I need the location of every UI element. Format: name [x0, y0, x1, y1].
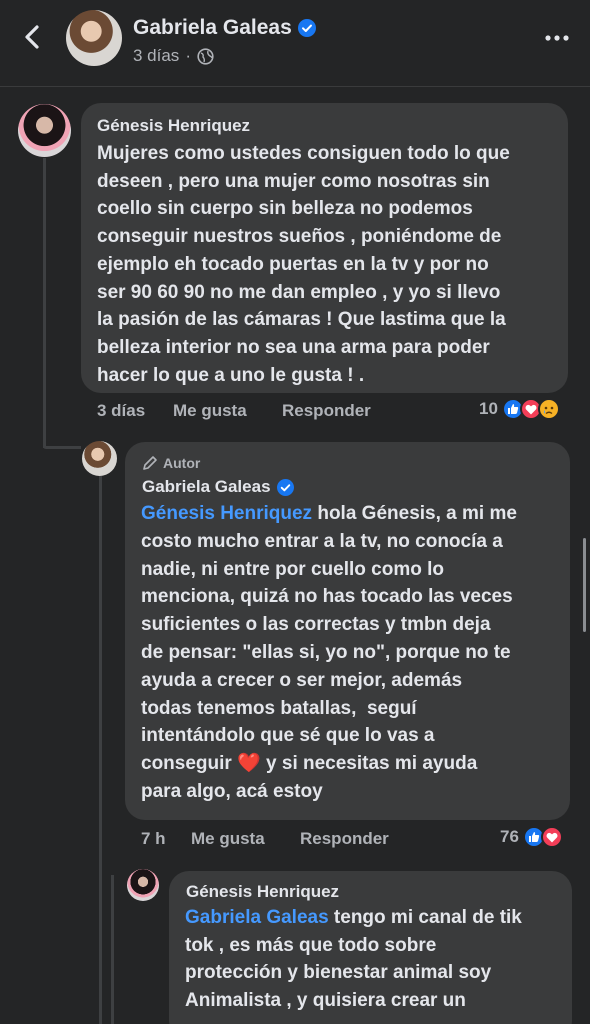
reaction-count: 76	[500, 827, 519, 846]
commenter-name[interactable]: Génesis Henriquez	[186, 882, 339, 902]
author-name-text[interactable]: Gabriela Galeas	[133, 16, 292, 40]
comment-time: 3 días	[97, 401, 146, 420]
commenter-avatar[interactable]	[127, 869, 159, 901]
author-name[interactable]: Gabriela Galeas	[133, 16, 316, 40]
comment-text: Mujeres como ustedes consiguen todo lo q…	[97, 143, 510, 386]
love-reaction-icon	[540, 826, 563, 848]
post-meta: 3 días ·	[133, 46, 214, 66]
scrollbar[interactable]	[583, 538, 586, 632]
comment-text: Gabriela Galeas tengo mi canal de tik to…	[185, 904, 570, 1015]
thread-connector	[43, 446, 81, 449]
commenter-name[interactable]: Génesis Henriquez	[97, 116, 250, 136]
reaction-count: 10	[479, 399, 498, 418]
heart-emoji-icon: ❤️	[237, 753, 261, 775]
reply-text: Génesis Henriquez hola Génesis, a mi me …	[141, 500, 566, 806]
globe-icon	[197, 47, 214, 65]
like-button[interactable]: Me gusta	[191, 829, 265, 849]
commenter-avatar[interactable]	[18, 104, 71, 157]
reaction-summary[interactable]: 76	[500, 826, 563, 848]
pen-icon	[143, 456, 157, 470]
author-avatar[interactable]	[66, 10, 122, 66]
chevron-left-icon[interactable]	[18, 22, 48, 52]
reaction-summary[interactable]: 10	[479, 398, 560, 420]
verified-badge-icon	[297, 19, 316, 37]
author-tag-label: Autor	[163, 455, 201, 471]
thread-line	[111, 875, 114, 1024]
author-tag: Autor	[142, 455, 200, 471]
header-divider	[0, 86, 590, 87]
more-dots-icon[interactable]	[544, 28, 570, 48]
verified-badge-icon	[276, 478, 294, 496]
author-reply-avatar[interactable]	[82, 441, 117, 476]
reply-button[interactable]: Responder	[300, 829, 389, 849]
post-time[interactable]: 3 días	[133, 46, 179, 66]
thread-line	[43, 158, 46, 448]
mention-link[interactable]: Génesis Henriquez	[141, 503, 312, 524]
reply-author-name[interactable]: Gabriela Galeas	[142, 477, 294, 497]
reply-time: 7 h	[141, 829, 166, 848]
sad-reaction-icon	[537, 398, 560, 420]
thread-line	[99, 475, 102, 1024]
reply-author-text[interactable]: Gabriela Galeas	[142, 477, 271, 497]
post-header: Gabriela Galeas 3 días ·	[0, 0, 590, 86]
reply-text-body: hola Génesis, a mi me costo mucho entrar…	[141, 503, 517, 775]
mention-link[interactable]: Gabriela Galeas	[185, 907, 329, 928]
like-button[interactable]: Me gusta	[173, 401, 247, 421]
reply-button[interactable]: Responder	[282, 401, 371, 421]
